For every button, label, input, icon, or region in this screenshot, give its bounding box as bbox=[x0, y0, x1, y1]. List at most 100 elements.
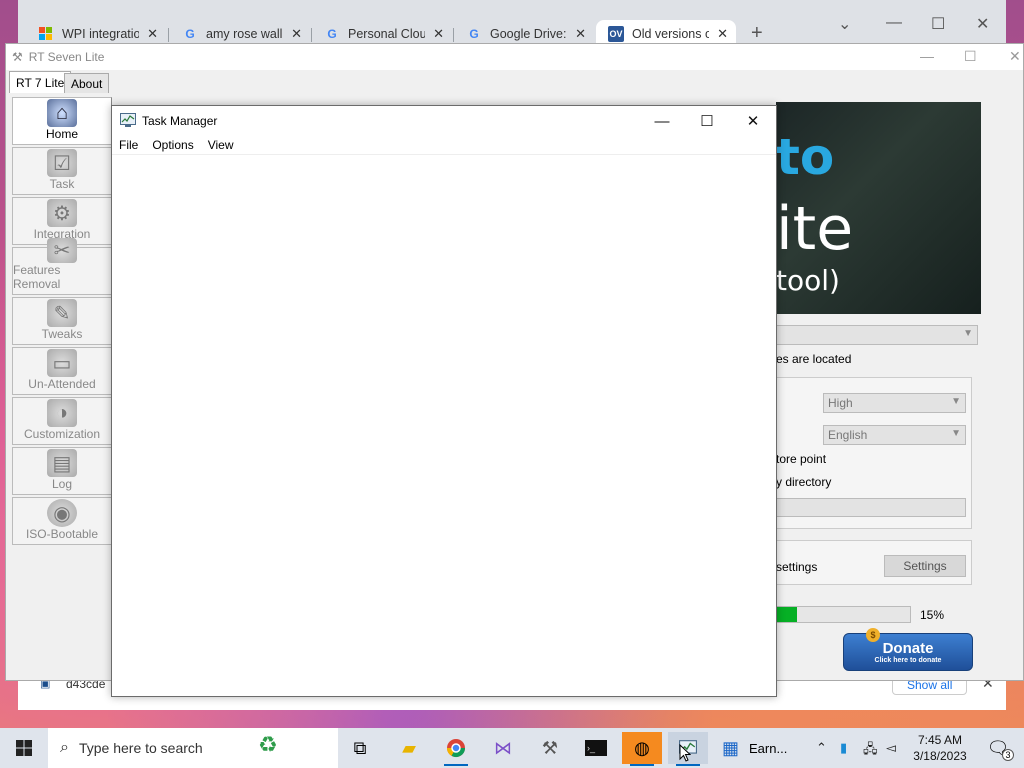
close-icon[interactable]: ✕ bbox=[976, 14, 989, 34]
donate-button[interactable]: $ Donate Click here to donate bbox=[843, 628, 973, 671]
banner-line-2: ite bbox=[776, 194, 854, 264]
terminal-icon[interactable]: ›_ bbox=[576, 732, 616, 764]
task-manager-icon bbox=[120, 112, 136, 130]
maximize-icon[interactable]: ☐ bbox=[964, 48, 977, 65]
rt-titlebar: ⚒ RT Seven Lite — ☐ ✕ bbox=[6, 44, 1023, 70]
donate-title: Donate bbox=[882, 640, 934, 657]
settings-label: settings bbox=[776, 560, 818, 574]
close-icon[interactable]: ✕ bbox=[575, 26, 586, 42]
sidebar-item-label: Task bbox=[49, 177, 75, 191]
settings-button[interactable]: Settings bbox=[884, 555, 966, 577]
unattended-icon: ▭ bbox=[47, 349, 77, 377]
task-manager-title: Task Manager bbox=[142, 114, 218, 128]
defender-icon[interactable]: ▮ bbox=[840, 740, 847, 756]
menu-view[interactable]: View bbox=[208, 138, 234, 152]
sidebar-item-label: Features Removal bbox=[13, 263, 61, 291]
browser-tab-title: WPI integratio bbox=[62, 27, 140, 41]
pinned-app-label: Earn... bbox=[749, 740, 788, 756]
close-icon[interactable]: ✕ bbox=[1009, 48, 1021, 65]
tab-rt7lite[interactable]: RT 7 Lite bbox=[9, 71, 72, 93]
progress-fill bbox=[777, 607, 797, 622]
integration-icon: ⚙ bbox=[47, 199, 77, 227]
close-icon[interactable]: ✕ bbox=[291, 26, 302, 42]
close-icon[interactable]: ✕ bbox=[433, 26, 444, 42]
menu-options[interactable]: Options bbox=[152, 138, 193, 152]
chevron-down-icon[interactable]: ⌄ bbox=[838, 14, 851, 34]
rt-window-title: RT Seven Lite bbox=[28, 50, 105, 64]
customization-icon: ◑ bbox=[47, 399, 77, 427]
minimize-icon[interactable]: — bbox=[920, 48, 934, 64]
home-icon: ⌂ bbox=[47, 99, 77, 127]
browser-tab-title: Personal Clou bbox=[348, 27, 426, 41]
visual-studio-icon[interactable]: ⋈ bbox=[483, 732, 523, 764]
windows-logo-icon bbox=[16, 740, 32, 756]
rt-banner: to ite tool) bbox=[776, 102, 981, 314]
search-icon: ⌕ bbox=[60, 739, 69, 756]
restore-point-label: tore point bbox=[776, 452, 827, 466]
tweaks-icon: ✎ bbox=[47, 299, 77, 327]
menu-file[interactable]: File bbox=[119, 138, 138, 152]
google-g-icon: G bbox=[327, 27, 337, 41]
sidebar-item-task[interactable]: ☑ Task bbox=[12, 147, 112, 195]
tab-about[interactable]: About bbox=[64, 73, 110, 93]
tab-separator bbox=[168, 28, 169, 42]
rt-app-icon: ⚒ bbox=[12, 50, 23, 64]
mouse-cursor bbox=[679, 744, 691, 762]
close-icon[interactable]: ✕ bbox=[147, 26, 158, 42]
close-icon[interactable]: ✕ bbox=[730, 110, 776, 132]
sidebar-item-features-removal[interactable]: ✂ Features Removal bbox=[12, 238, 112, 295]
new-tab-button[interactable]: + bbox=[751, 22, 763, 45]
coin-icon: $ bbox=[866, 628, 880, 642]
sidebar-item-log[interactable]: ▤ Log bbox=[12, 447, 112, 495]
sidebar-item-home[interactable]: ⌂ Home bbox=[12, 97, 112, 145]
globe-app-icon[interactable]: ◍ bbox=[622, 732, 662, 766]
minimize-icon[interactable]: — bbox=[639, 110, 685, 132]
task-manager-window: Task Manager — ☐ ✕ File Options View bbox=[111, 105, 777, 697]
sidebar-item-tweaks[interactable]: ✎ Tweaks bbox=[12, 297, 112, 345]
file-explorer-icon[interactable]: ▰ bbox=[389, 732, 429, 764]
browser-tab-title: Old versions o bbox=[632, 27, 710, 41]
building-icon: ▦ bbox=[722, 737, 740, 758]
chevron-up-icon[interactable]: ⌃ bbox=[816, 740, 827, 756]
chrome-icon[interactable] bbox=[436, 732, 476, 766]
sidebar-item-unattended[interactable]: ▭ Un-Attended bbox=[12, 347, 112, 395]
browser-tabstrip: WPI integratio ✕ G amy rose wallp ✕ G Pe… bbox=[18, 0, 1006, 48]
task-icon: ☑ bbox=[47, 149, 77, 177]
sidebar-item-label: Tweaks bbox=[41, 327, 83, 341]
close-icon[interactable]: ✕ bbox=[717, 26, 728, 42]
clock-time: 7:45 AM bbox=[917, 733, 963, 747]
rt-seven-lite-icon[interactable]: ⚒ bbox=[530, 732, 570, 764]
start-button[interactable] bbox=[4, 732, 44, 764]
language-select[interactable]: English ▼ bbox=[823, 425, 966, 445]
clock-date: 3/18/2023 bbox=[913, 749, 967, 763]
pinned-app[interactable]: ▦ Earn... bbox=[722, 732, 802, 764]
directory-input[interactable] bbox=[776, 498, 966, 517]
sidebar-item-iso-bootable[interactable]: ◉ ISO-Bootable bbox=[12, 497, 112, 545]
task-manager-menubar: File Options View bbox=[112, 136, 776, 155]
chevron-down-icon: ▼ bbox=[951, 428, 961, 439]
taskbar-clock[interactable]: 7:45 AM 3/18/2023 bbox=[902, 732, 978, 764]
search-placeholder: Type here to search bbox=[78, 740, 203, 756]
volume-muted-icon[interactable]: ◅ bbox=[886, 740, 896, 756]
maximize-icon[interactable]: ☐ bbox=[684, 110, 730, 132]
donate-subtitle: Click here to donate bbox=[874, 657, 942, 664]
network-icon[interactable]: 🖧 bbox=[863, 740, 878, 762]
sidebar-item-label: ISO-Bootable bbox=[25, 527, 99, 541]
notification-count: 3 bbox=[1002, 749, 1014, 761]
minimize-icon[interactable]: — bbox=[886, 14, 902, 32]
sidebar-item-label: Un-Attended bbox=[28, 377, 96, 391]
google-g-icon: G bbox=[469, 27, 479, 41]
taskbar-search[interactable]: ⌕ Type here to search ♻ bbox=[48, 728, 338, 768]
task-view-icon[interactable]: ⧉ bbox=[340, 732, 380, 764]
chevron-down-icon: ▼ bbox=[951, 396, 961, 407]
chevron-down-icon: ▼ bbox=[963, 328, 973, 339]
sidebar-item-customization[interactable]: ◑ Customization bbox=[12, 397, 112, 445]
browser-tab-title: Google Drive: bbox=[490, 27, 567, 41]
path-combobox[interactable]: ▼ bbox=[776, 325, 978, 345]
priority-select[interactable]: High ▼ bbox=[823, 393, 966, 413]
priority-value: High bbox=[828, 396, 853, 410]
notification-center[interactable]: 🗨 3 bbox=[978, 732, 1018, 764]
recycle-icon: ♻ bbox=[258, 732, 278, 757]
sidebar-item-label: Log bbox=[51, 477, 73, 491]
maximize-icon[interactable]: ☐ bbox=[931, 14, 945, 34]
